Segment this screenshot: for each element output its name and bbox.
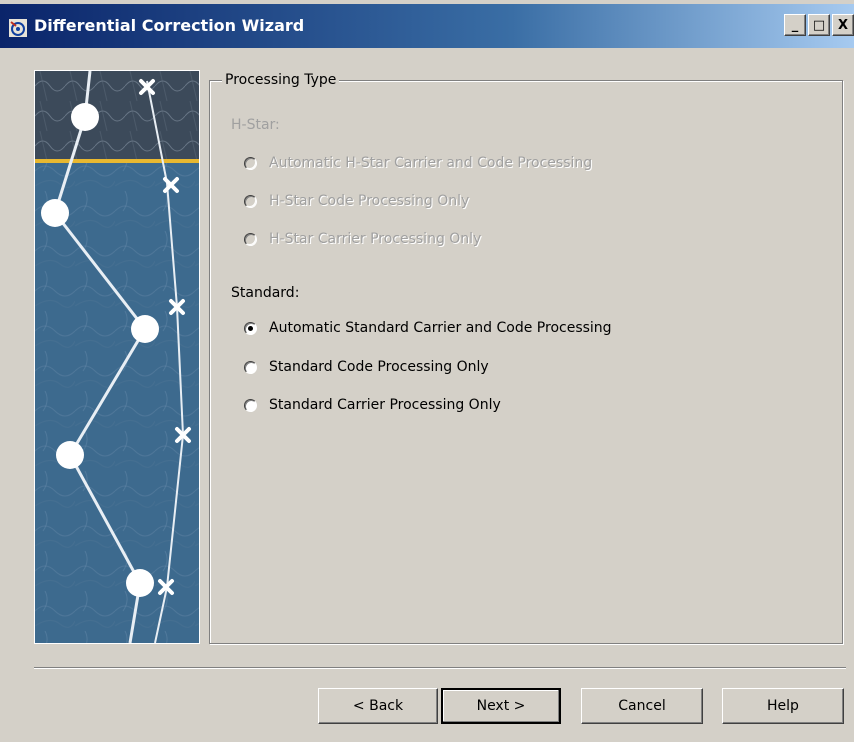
gps-track-illustration — [35, 71, 199, 643]
maximize-button[interactable]: □ — [808, 14, 830, 36]
standard-section-label: Standard: — [231, 285, 300, 301]
wizard-side-image — [34, 70, 200, 644]
radio-label: Standard Carrier Processing Only — [269, 397, 501, 413]
help-button[interactable]: Help — [722, 688, 844, 724]
radio-hstar-automatic[interactable]: Automatic H-Star Carrier and Code Proces… — [244, 155, 592, 171]
radio-button[interactable] — [244, 360, 257, 374]
back-button[interactable]: < Back — [318, 688, 438, 724]
close-button[interactable]: X — [832, 14, 854, 36]
footer-separator — [34, 667, 846, 669]
radio-hstar-carrier-only[interactable]: H-Star Carrier Processing Only — [244, 231, 481, 247]
radio-standard-automatic[interactable]: Automatic Standard Carrier and Code Proc… — [244, 320, 612, 336]
radio-button[interactable] — [244, 156, 257, 170]
radio-button[interactable] — [244, 398, 257, 412]
radio-label: Automatic H-Star Carrier and Code Proces… — [269, 155, 593, 171]
next-button[interactable]: Next > — [441, 688, 561, 724]
minimize-button[interactable]: _ — [784, 14, 806, 36]
window-title: Differential Correction Wizard — [34, 16, 305, 35]
radio-button[interactable] — [244, 194, 257, 208]
title-bar[interactable]: Differential Correction Wizard _ □ X — [0, 0, 854, 48]
window-controls: _ □ X — [782, 14, 854, 38]
radio-button[interactable] — [244, 232, 257, 246]
radio-selected-dot — [248, 325, 253, 331]
radio-label: Standard Code Processing Only — [269, 359, 489, 375]
radio-label: Automatic Standard Carrier and Code Proc… — [269, 320, 612, 336]
radio-label: H-Star Carrier Processing Only — [269, 231, 482, 247]
radio-button[interactable] — [244, 321, 257, 335]
cancel-button[interactable]: Cancel — [581, 688, 703, 724]
radio-hstar-code-only[interactable]: H-Star Code Processing Only — [244, 193, 469, 209]
radio-standard-code-only[interactable]: Standard Code Processing Only — [244, 359, 489, 375]
radio-standard-carrier-only[interactable]: Standard Carrier Processing Only — [244, 397, 501, 413]
radio-label: H-Star Code Processing Only — [269, 193, 470, 209]
group-legend: Processing Type — [222, 72, 340, 88]
hstar-section-label: H-Star: — [231, 117, 280, 133]
app-icon — [9, 19, 27, 37]
